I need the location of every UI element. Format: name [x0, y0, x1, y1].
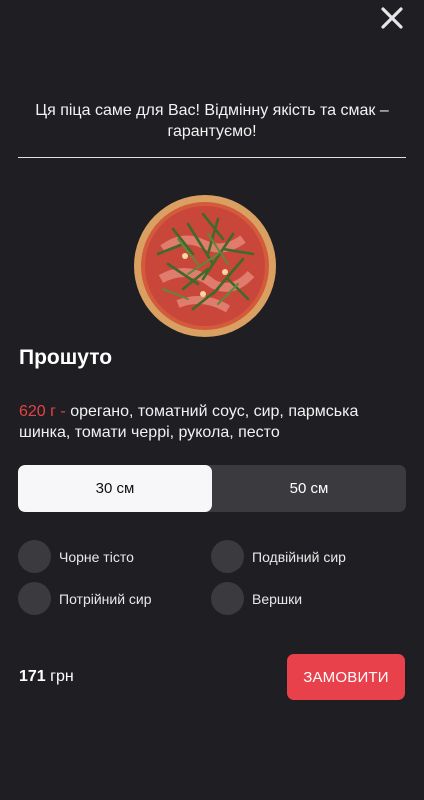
option-label: Потрійний сир — [59, 590, 152, 607]
product-ingredients: орегано, томатний соус, сир, пармська ши… — [19, 403, 359, 441]
option-checkbox[interactable] — [211, 540, 244, 573]
order-button[interactable]: ЗАМОВИТИ — [287, 654, 405, 700]
option-black-dough[interactable]: Чорне тісто — [18, 540, 134, 573]
size-option-30[interactable]: 30 см — [18, 465, 212, 512]
option-double-cheese[interactable]: Подвійний сир — [211, 540, 346, 573]
divider — [18, 157, 406, 158]
price-currency: грн — [50, 668, 74, 685]
option-triple-cheese[interactable]: Потрійний сир — [18, 582, 152, 615]
price-amount: 171 — [19, 668, 46, 685]
option-label: Чорне тісто — [59, 548, 134, 565]
option-label: Вершки — [252, 590, 303, 607]
size-selector: 30 см 50 см — [18, 465, 406, 512]
product-title: Прошуто — [19, 346, 113, 369]
option-label: Подвійний сир — [252, 548, 346, 565]
option-checkbox[interactable] — [18, 540, 51, 573]
pizza-image — [133, 194, 278, 339]
option-checkbox[interactable] — [18, 582, 51, 615]
price: 171 грн — [19, 668, 74, 686]
option-cream[interactable]: Вершки — [211, 582, 302, 615]
close-icon[interactable] — [378, 4, 406, 32]
product-weight: 620 г - — [19, 403, 66, 420]
size-option-50[interactable]: 50 см — [212, 465, 406, 512]
option-checkbox[interactable] — [211, 582, 244, 615]
tagline-text: Ця піца саме для Вас! Відмінну якість та… — [35, 102, 389, 140]
product-description: 620 г - орегано, томатний соус, сир, пар… — [19, 401, 409, 443]
